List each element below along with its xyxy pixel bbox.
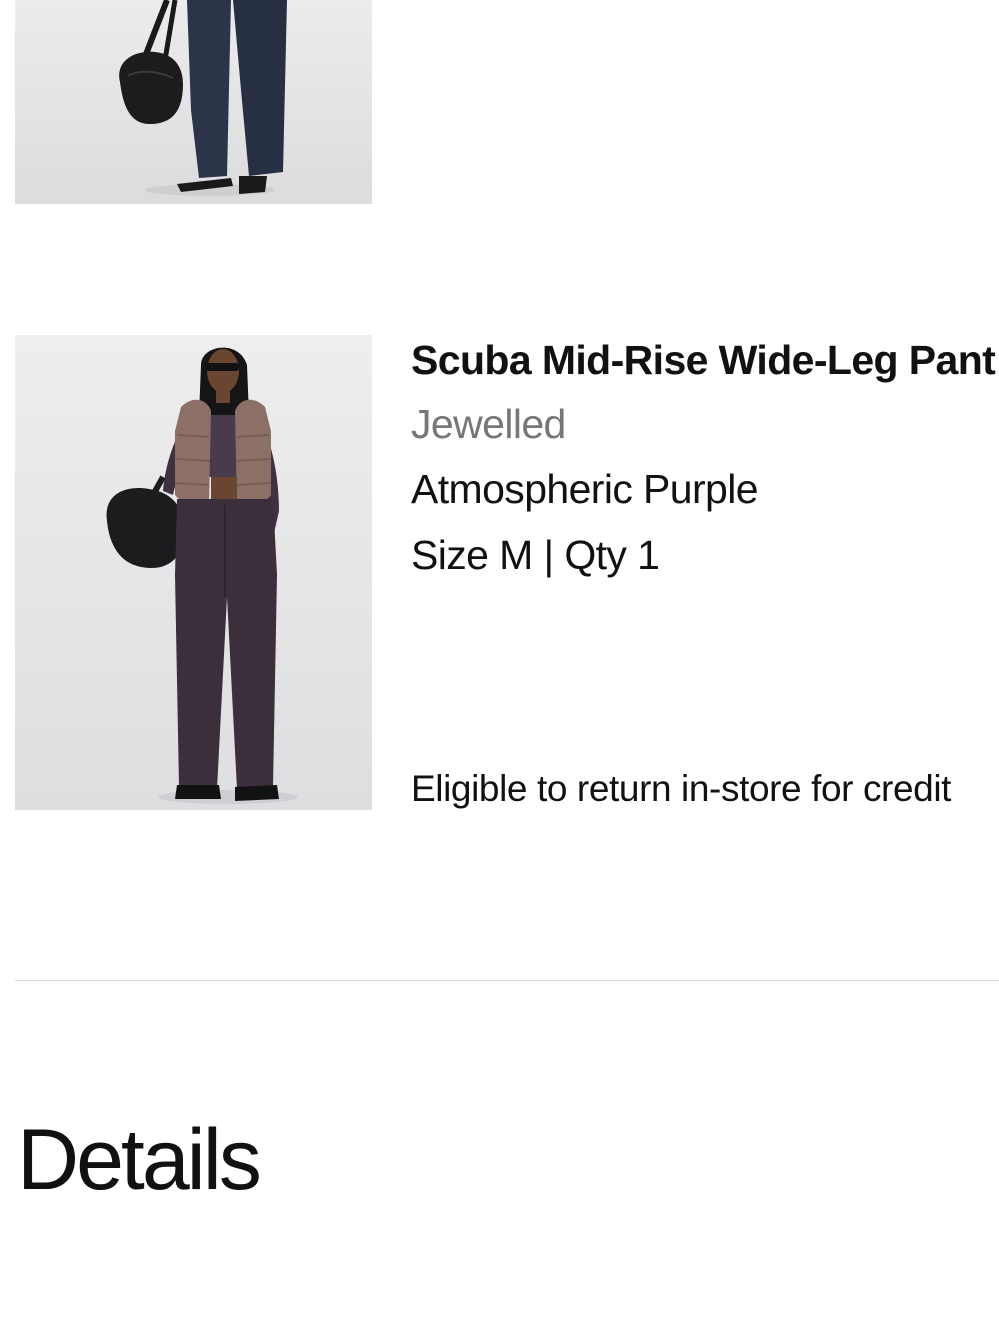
return-eligibility-note: Eligible to return in-store for credit — [411, 768, 952, 809]
product-color: Atmospheric Purple — [411, 466, 759, 512]
product-name[interactable]: Scuba Mid-Rise Wide-Leg Pant — [411, 337, 996, 383]
section-divider — [15, 980, 999, 981]
product-size-qty: Size M | Qty 1 — [411, 532, 660, 578]
details-heading: Details — [17, 1112, 262, 1208]
product-image-previous[interactable] — [15, 0, 372, 204]
product-image[interactable] — [15, 335, 372, 810]
product-collection: Jewelled — [411, 401, 566, 447]
order-item-info: Scuba Mid-Rise Wide-Leg Pant Jewelled At… — [411, 328, 999, 588]
product-title[interactable]: Scuba Mid-Rise Wide-Leg Pant Jewelled — [411, 328, 999, 456]
